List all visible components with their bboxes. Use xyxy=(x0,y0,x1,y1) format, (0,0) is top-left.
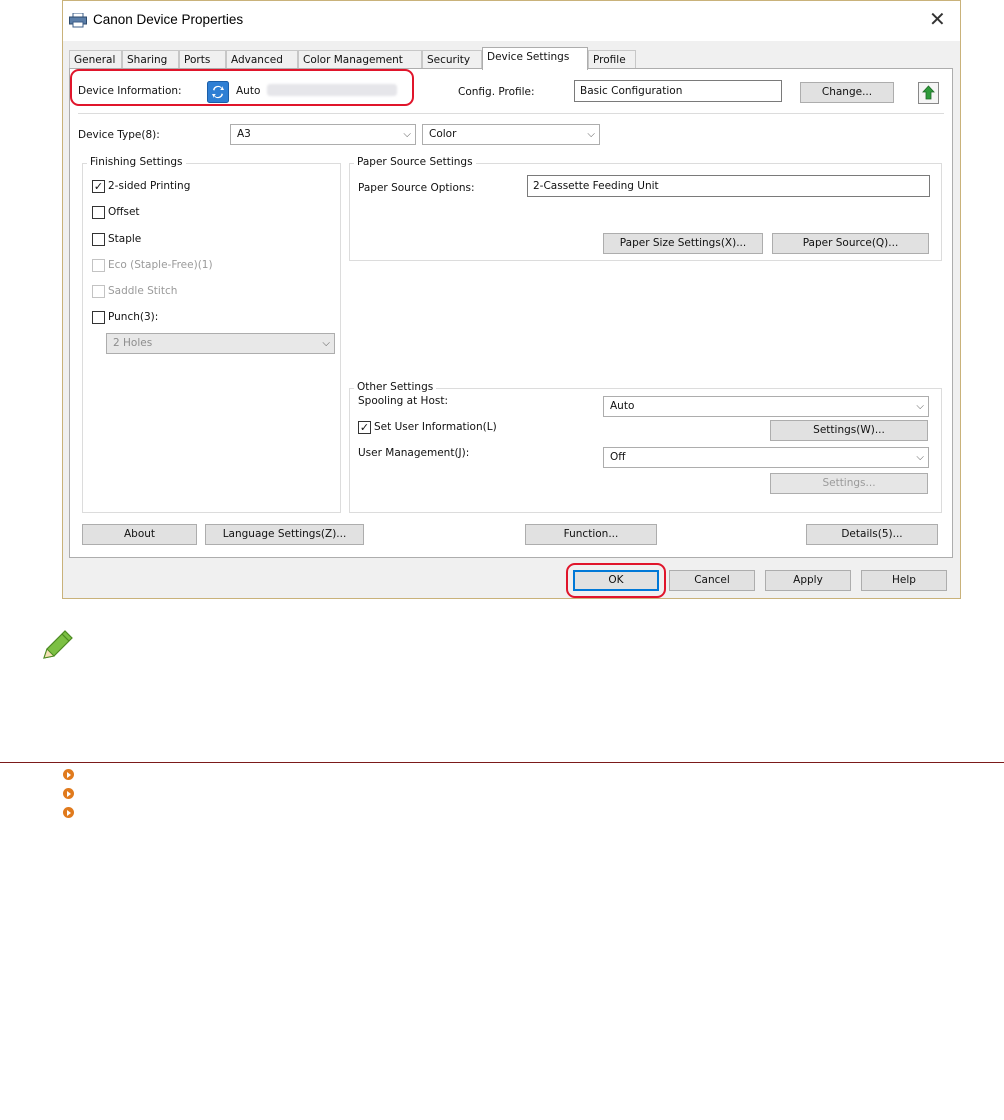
details-button[interactable]: Details(5)... xyxy=(806,524,938,545)
device-size-value: A3 xyxy=(237,128,251,140)
separator xyxy=(78,113,944,114)
pencil-icon xyxy=(43,630,73,659)
config-profile-label: Config. Profile: xyxy=(458,86,535,98)
punch-label: Punch(3): xyxy=(108,311,159,323)
tab-security[interactable]: Security xyxy=(422,50,482,68)
about-button[interactable]: About xyxy=(82,524,197,545)
tab-device-settings[interactable]: Device Settings xyxy=(482,47,588,70)
punch-holes-value: 2 Holes xyxy=(113,337,153,349)
device-type-label: Device Type(8): xyxy=(78,129,160,141)
function-button[interactable]: Function... xyxy=(525,524,657,545)
chevron-down-icon: ⌵ xyxy=(587,129,595,140)
set-user-info-checkbox[interactable]: ✓ xyxy=(358,421,371,434)
device-color-value: Color xyxy=(429,128,457,140)
window-title: Canon Device Properties xyxy=(93,12,244,27)
set-user-info-label: Set User Information(L) xyxy=(374,421,497,433)
saddle-stitch-checkbox xyxy=(92,285,105,298)
device-info-highlight xyxy=(70,69,414,106)
tab-general[interactable]: General xyxy=(69,50,122,68)
finishing-settings-title: Finishing Settings xyxy=(87,156,186,168)
help-button[interactable]: Help xyxy=(861,570,947,591)
arrow-link-icon[interactable] xyxy=(63,769,74,780)
tab-sharing[interactable]: Sharing xyxy=(122,50,179,68)
device-settings-panel: Device Information: Auto Config. Profile… xyxy=(69,68,953,558)
tab-ports[interactable]: Ports xyxy=(179,50,226,68)
chevron-down-icon: ⌵ xyxy=(403,129,411,140)
user-settings-button[interactable]: Settings(W)... xyxy=(770,420,928,441)
user-management-label: User Management(J): xyxy=(358,447,470,459)
apply-button[interactable]: Apply xyxy=(765,570,851,591)
section-divider xyxy=(0,762,1004,763)
saddle-stitch-label: Saddle Stitch xyxy=(108,285,178,297)
title-bar[interactable]: Canon Device Properties ✕ xyxy=(63,1,960,41)
device-properties-dialog: Canon Device Properties ✕ General Sharin… xyxy=(62,0,961,599)
cancel-button[interactable]: Cancel xyxy=(669,570,755,591)
chevron-down-icon: ⌵ xyxy=(322,338,330,349)
two-sided-label: 2-sided Printing xyxy=(108,180,191,192)
device-color-select[interactable]: Color ⌵ xyxy=(422,124,600,145)
device-size-select[interactable]: A3 ⌵ xyxy=(230,124,416,145)
punch-checkbox[interactable] xyxy=(92,311,105,324)
change-button[interactable]: Change... xyxy=(800,82,894,103)
chevron-down-icon: ⌵ xyxy=(916,401,924,412)
other-settings-title: Other Settings xyxy=(354,381,437,393)
tab-profile[interactable]: Profile xyxy=(588,50,636,68)
language-settings-button[interactable]: Language Settings(Z)... xyxy=(205,524,364,545)
spooling-select[interactable]: Auto ⌵ xyxy=(603,396,929,417)
arrow-link-icon[interactable] xyxy=(63,807,74,818)
paper-source-options-field[interactable]: 2-Cassette Feeding Unit xyxy=(527,175,930,197)
two-sided-checkbox[interactable]: ✓ xyxy=(92,180,105,193)
arrow-link-icon[interactable] xyxy=(63,788,74,799)
chevron-down-icon: ⌵ xyxy=(916,452,924,463)
upload-profile-icon[interactable] xyxy=(918,82,939,104)
paper-size-settings-button[interactable]: Paper Size Settings(X)... xyxy=(603,233,763,254)
ok-highlight xyxy=(566,563,666,598)
offset-checkbox[interactable] xyxy=(92,206,105,219)
offset-label: Offset xyxy=(108,206,140,218)
spooling-label: Spooling at Host: xyxy=(358,395,449,407)
printer-icon xyxy=(69,13,87,28)
config-profile-field[interactable]: Basic Configuration xyxy=(574,80,782,102)
staple-checkbox[interactable] xyxy=(92,233,105,246)
user-management-value: Off xyxy=(610,451,626,463)
spooling-value: Auto xyxy=(610,400,635,412)
eco-staple-label: Eco (Staple-Free)(1) xyxy=(108,259,213,271)
punch-holes-select: 2 Holes ⌵ xyxy=(106,333,335,354)
tab-advanced[interactable]: Advanced xyxy=(226,50,298,68)
user-management-settings-button: Settings... xyxy=(770,473,928,494)
paper-source-title: Paper Source Settings xyxy=(354,156,476,168)
paper-source-button[interactable]: Paper Source(Q)... xyxy=(772,233,929,254)
tab-color-management[interactable]: Color Management xyxy=(298,50,422,68)
close-icon[interactable]: ✕ xyxy=(929,7,946,31)
eco-staple-checkbox xyxy=(92,259,105,272)
paper-source-options-label: Paper Source Options: xyxy=(358,182,475,194)
staple-label: Staple xyxy=(108,233,142,245)
user-management-select[interactable]: Off ⌵ xyxy=(603,447,929,468)
